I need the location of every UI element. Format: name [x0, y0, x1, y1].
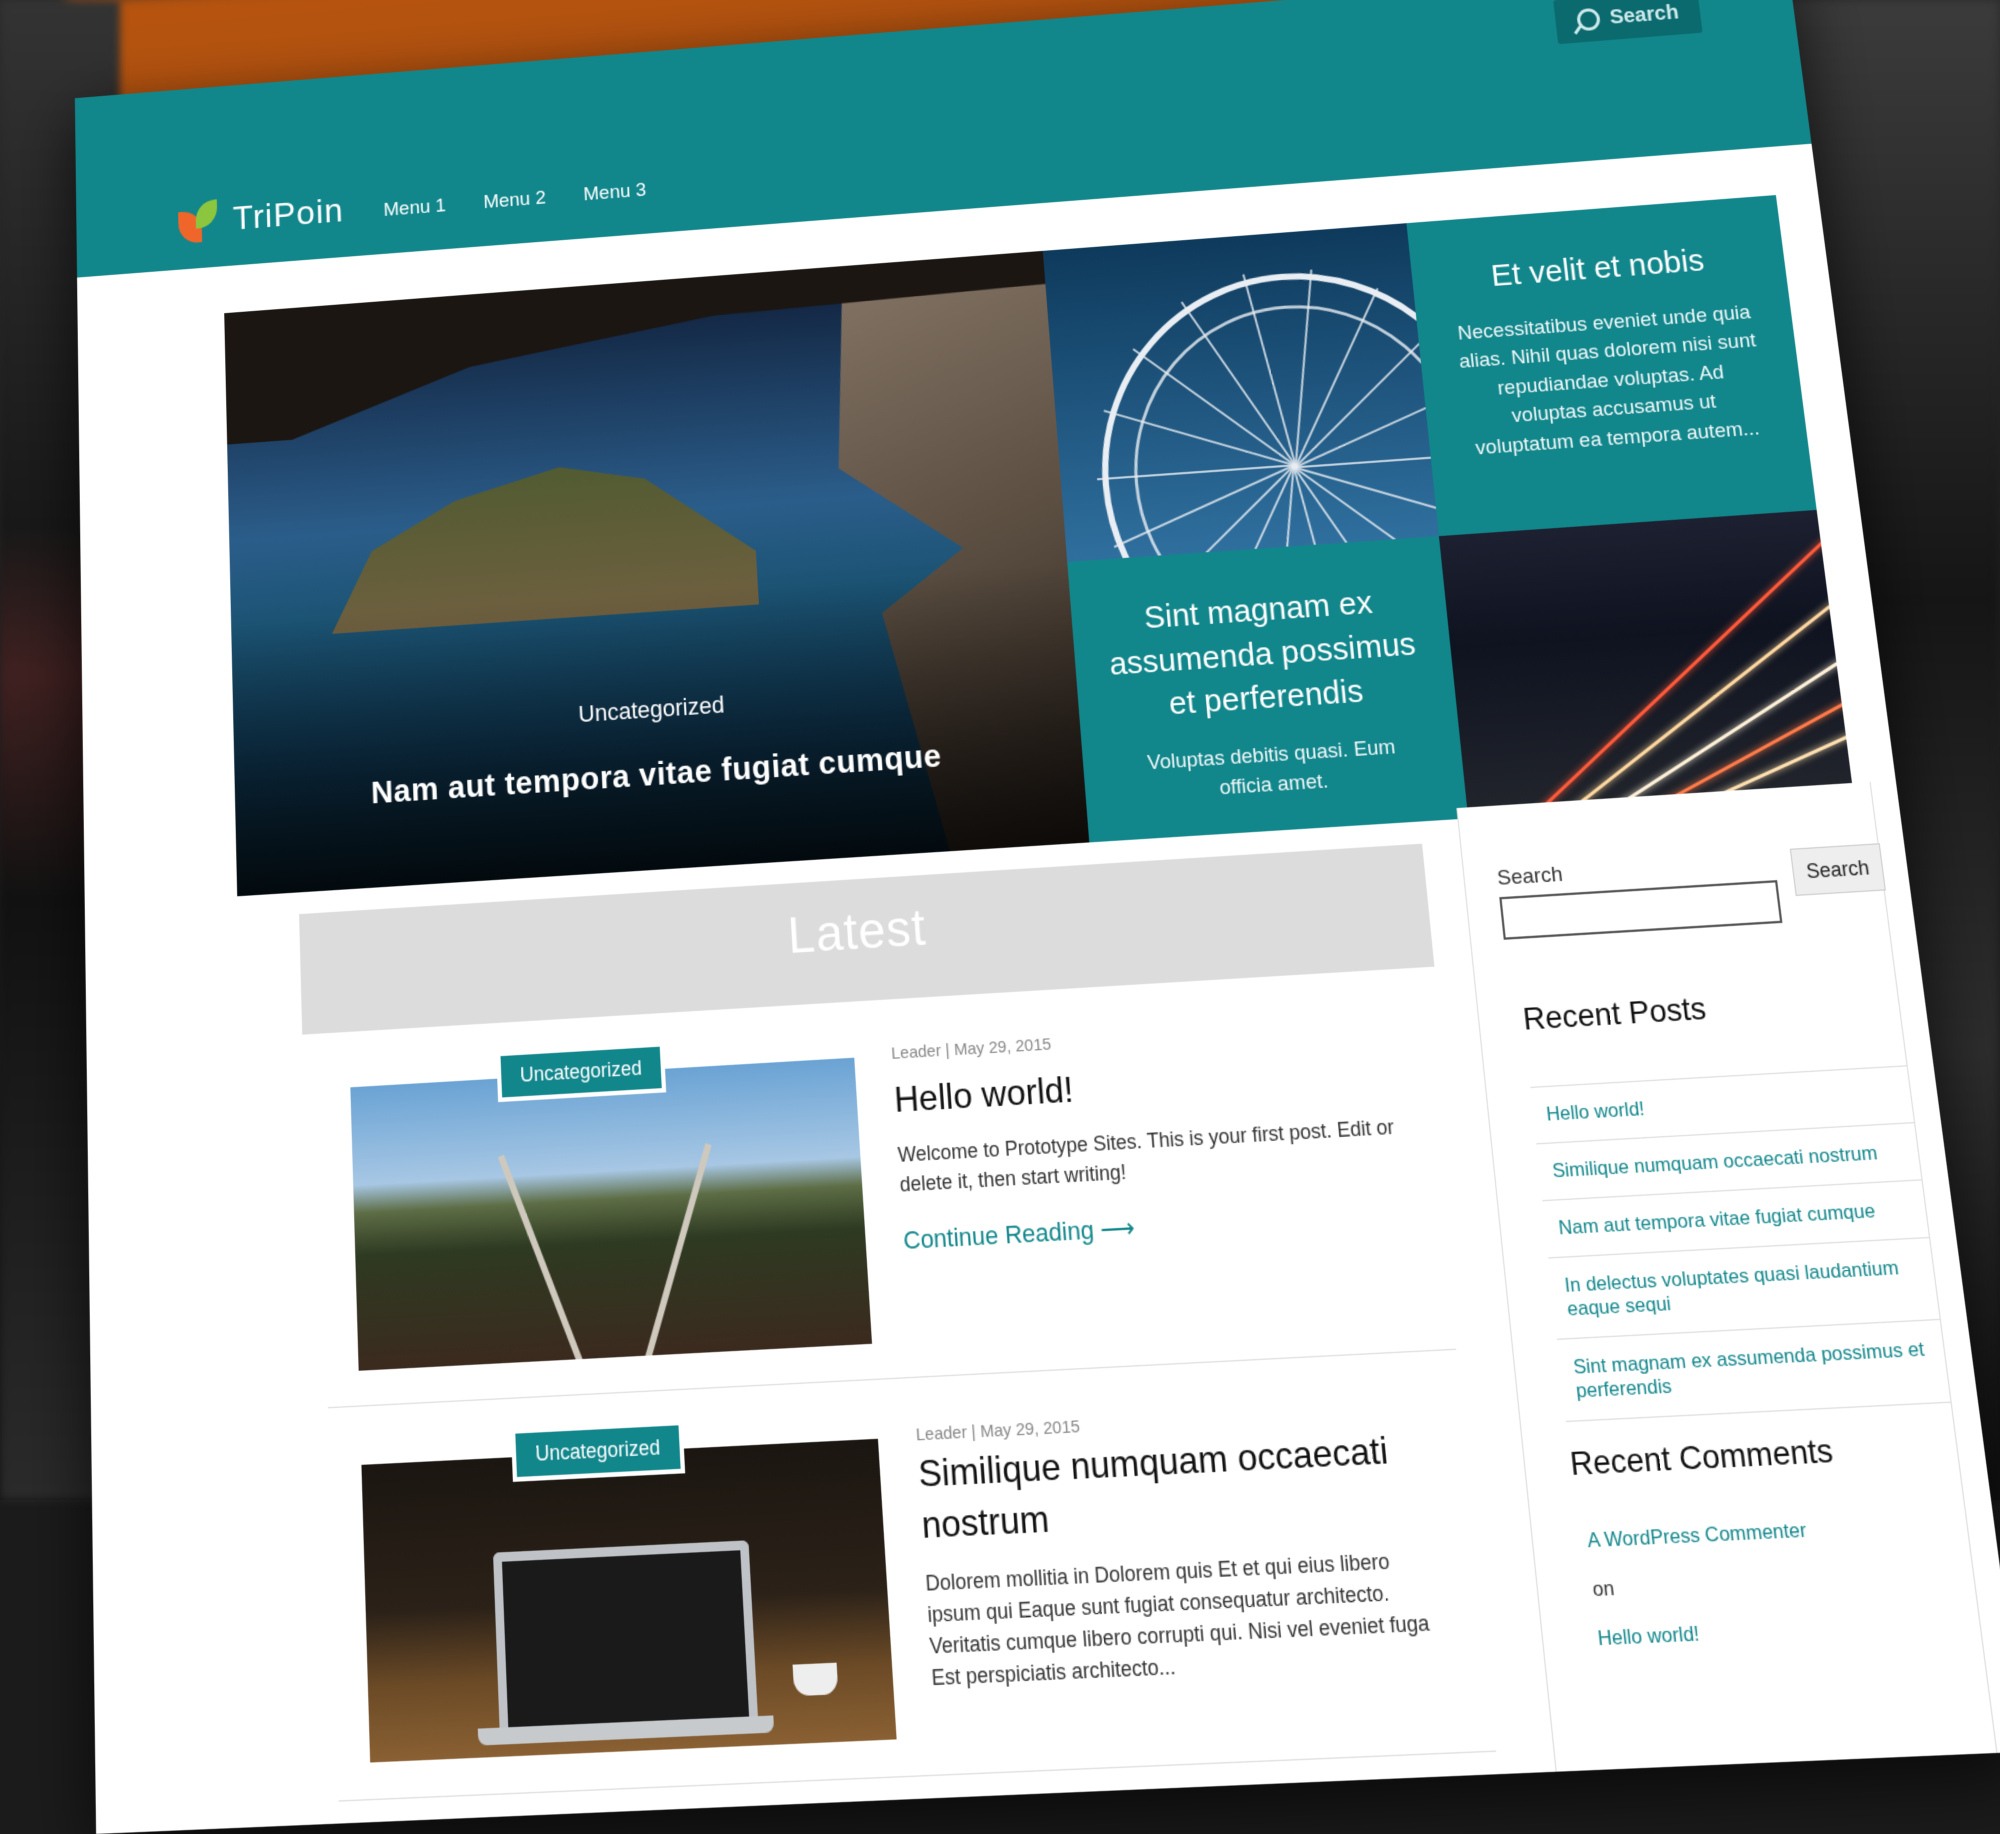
comment-on-text: on: [1591, 1576, 1616, 1601]
ferris-wheel-illustration: [1086, 259, 1439, 562]
website-page: Search TriPoin Menu 1 Menu 2 Menu 3 Unca…: [74, 0, 2000, 1834]
latest-heading: Latest: [786, 898, 929, 965]
main-menu: Menu 1 Menu 2 Menu 3: [383, 180, 647, 222]
menu-item-2[interactable]: Menu 2: [483, 187, 546, 214]
post-item: Uncategorized Leader | May 29, 2015 Simi…: [327, 1349, 1497, 1802]
post-title[interactable]: Similique numquam occaecati nostrum: [917, 1423, 1446, 1552]
light-trail: [1565, 537, 1854, 816]
post-thumbnail[interactable]: [361, 1438, 897, 1763]
post-meta: Leader | May 29, 2015: [890, 1034, 1052, 1064]
sidebar-search-button[interactable]: Search: [1789, 843, 1886, 896]
ferris-wheel-image[interactable]: [1042, 223, 1439, 562]
rail-line: [497, 1154, 586, 1369]
menu-item-1[interactable]: Menu 1: [383, 195, 446, 222]
post-list: Uncategorized Leader | May 29, 2015 Hell…: [317, 967, 1497, 1802]
featured-post-top[interactable]: Et velit et nobis Necessitatibus eveniet…: [1406, 195, 1817, 537]
recent-comments-heading: Recent Comments: [1568, 1431, 1835, 1483]
featured-post-top-title[interactable]: Et velit et nobis: [1442, 237, 1755, 302]
sidebar-search-label: Search: [1496, 862, 1564, 891]
hero-grid: Uncategorized Nam aut tempora vitae fugi…: [224, 195, 1854, 897]
recent-posts-heading: Recent Posts: [1521, 990, 1708, 1037]
sidebar-search-input[interactable]: [1499, 880, 1783, 940]
top-search-button[interactable]: Search: [1553, 0, 1703, 45]
night-road-image[interactable]: [1438, 509, 1854, 819]
featured-post-top-excerpt: Necessitatibus eveniet unde quia alias. …: [1456, 300, 1761, 460]
comment-post-link[interactable]: Hello world!: [1597, 1622, 1701, 1651]
light-trail: [1608, 566, 1854, 813]
cup-illustration: [792, 1662, 839, 1697]
post-thumbnail[interactable]: [350, 1057, 873, 1371]
post-excerpt: Dolorem mollitia in Dolorem quis Et et q…: [924, 1549, 1431, 1691]
continue-reading-link[interactable]: Continue Reading ⟶: [902, 1213, 1135, 1256]
featured-post-bottom-title[interactable]: Sint magnam ex assumenda possimus et per…: [1102, 579, 1425, 731]
top-search-label: Search: [1608, 0, 1680, 29]
logo-text: TriPoin: [232, 190, 345, 238]
hero-main-post[interactable]: Uncategorized Nam aut tempora vitae fugi…: [224, 250, 1090, 897]
logo-icon: [178, 199, 220, 244]
site-logo[interactable]: TriPoin: [178, 189, 345, 244]
featured-post-bottom-excerpt: Voluptas debitis quasi. Eum officia amet…: [1146, 735, 1397, 800]
laptop-illustration: [492, 1540, 759, 1731]
menu-item-3[interactable]: Menu 3: [583, 180, 647, 207]
search-icon: [1575, 7, 1601, 32]
recent-posts-list: Hello world! Similique numquam occaecati…: [1530, 1065, 1951, 1423]
post-excerpt: Welcome to Prototype Sites. This is your…: [897, 1115, 1395, 1197]
featured-post-bottom[interactable]: Sint magnam ex assumenda possimus et per…: [1067, 536, 1469, 843]
light-trail: [1532, 509, 1854, 817]
comment-author-link[interactable]: A WordPress Commenter: [1586, 1519, 1808, 1554]
post-item: Uncategorized Leader | May 29, 2015 Hell…: [317, 967, 1457, 1409]
category-badge[interactable]: Uncategorized: [510, 1419, 686, 1483]
rail-line: [643, 1143, 712, 1365]
